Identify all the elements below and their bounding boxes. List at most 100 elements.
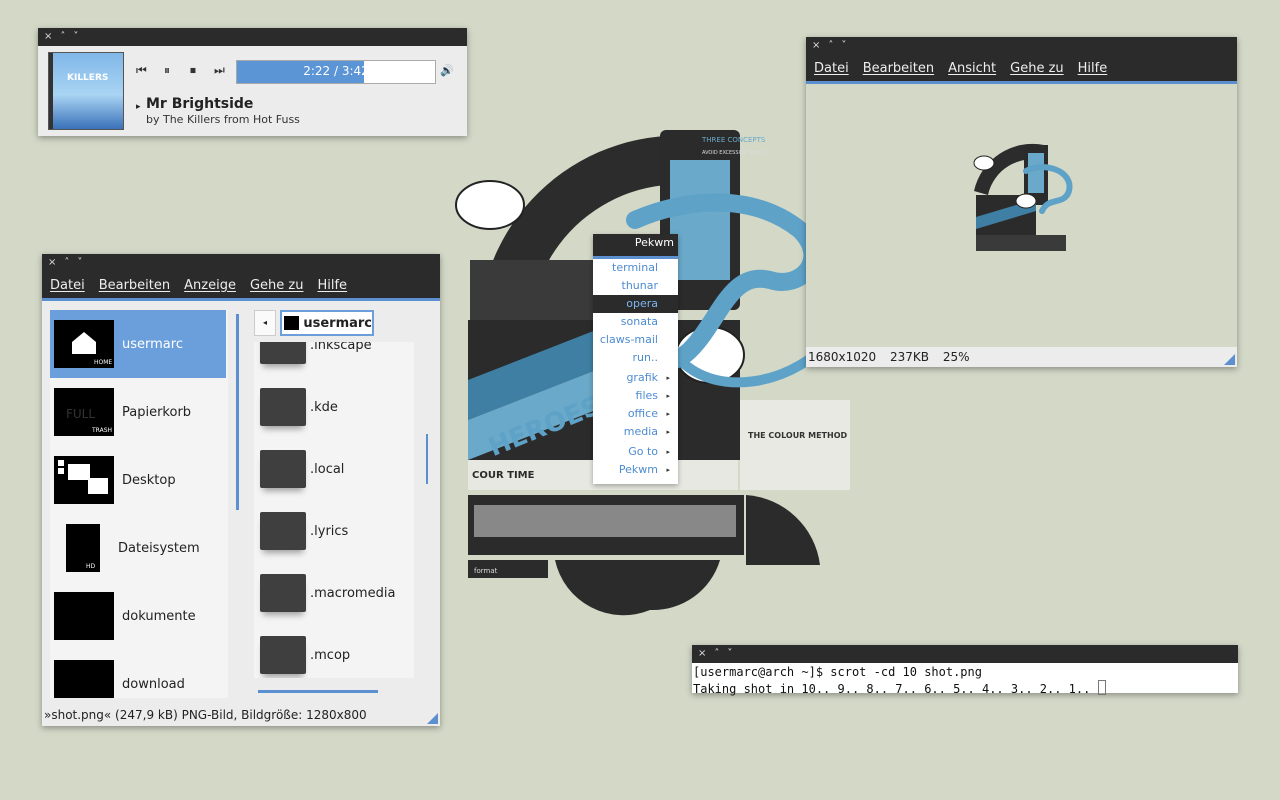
menu-item-office[interactable]: office ▸ [593,405,678,423]
music-player-window: × ˄ ˅ KILLERS ⏮ ⏸ ⏹ ⏭ 2:22 / 3:42 🔊 ▸ Mr… [38,28,467,136]
minimize-icon[interactable]: ˅ [727,645,732,663]
terminal-output[interactable]: [usermarc@arch ~]$ scrot -cd 10 shot.png… [692,663,1238,697]
minimize-icon[interactable]: ˅ [73,28,78,46]
place-download[interactable]: download [50,650,226,698]
image-preview [973,143,1073,251]
album-cover: KILLERS [48,52,124,130]
maximize-icon[interactable]: ˄ [64,254,69,272]
back-button[interactable]: ◂ [254,310,276,336]
player-titlebar: × ˄ ˅ [38,28,467,46]
minimize-icon[interactable]: ˅ [77,254,82,272]
svg-text:HOME: HOME [94,359,112,366]
file-label: .macromedia [310,585,396,601]
file-list-scrollbar[interactable] [426,434,428,484]
menu-item-terminal[interactable]: terminal [593,259,678,277]
wallpaper-record [555,560,720,616]
fm-statusbar: »shot.png« (247,9 kB) PNG-Bild, Bildgröß… [42,704,440,726]
file-label: .mcop [310,647,351,663]
menu-item-label: Go to [628,445,658,458]
maximize-icon[interactable]: ˄ [828,37,833,55]
menu-bearbeiten[interactable]: Bearbeiten [863,61,934,76]
image-viewer-window: × ˄ ˅ Datei Bearbeiten Ansicht Gehe zu H… [806,37,1237,367]
expander-icon[interactable]: ▸ [136,102,141,112]
track-progress-bar[interactable]: 2:22 / 3:42 [236,60,436,84]
close-icon[interactable]: × [48,254,56,272]
place-papierkorb[interactable]: FULL TRASH Papierkorb [50,378,226,446]
file-item-kde[interactable]: .kde [260,382,410,432]
folder-icon [260,512,306,550]
submenu-arrow-icon: ▸ [666,374,670,382]
places-scrollbar[interactable] [236,314,239,510]
stop-button[interactable]: ⏹ [190,63,196,78]
maximize-icon[interactable]: ˄ [714,645,719,663]
submenu-arrow-icon: ▸ [666,448,670,456]
wallpaper-blue-panel [670,160,730,280]
menu-item-claws-mail[interactable]: claws-mail [593,331,678,349]
file-item-lyrics[interactable]: .lyrics [260,506,410,556]
menu-datei[interactable]: Datei [814,61,849,76]
menu-item-thunar[interactable]: thunar [593,277,678,295]
svg-text:TRASH: TRASH [91,427,112,434]
wallpaper-right-circle [746,495,820,565]
menu-item-media[interactable]: media ▸ [593,423,678,441]
terminal-line-1: [usermarc@arch ~]$ scrot -cd 10 shot.png [693,665,982,679]
path-button[interactable]: usermarc [280,310,374,336]
menu-item-files[interactable]: files ▸ [593,387,678,405]
fm-menubar: Datei Bearbeiten Anzeige Gehe zu Hilfe [42,272,440,301]
file-item-mcop[interactable]: .mcop [260,630,410,678]
wallpaper-badge-main: THREE CONCEPTS [701,136,766,144]
wallpaper-cloud-top [455,180,525,230]
resize-grip-icon[interactable] [427,713,438,724]
next-track-button[interactable]: ⏭ [214,63,225,78]
menu-item-pekwm[interactable]: Pekwm ▸ [593,461,678,479]
resize-grip-icon[interactable] [1224,354,1235,365]
pause-button[interactable]: ⏸ [164,63,170,78]
folder-icon [260,342,306,364]
menu-item-label: media [623,425,658,438]
place-label: Dateisystem [118,540,200,556]
menu-item-label: thunar [621,279,659,292]
menu-item-opera[interactable]: opera [593,295,678,313]
place-desktop[interactable]: Desktop [50,446,226,514]
file-label: .local [310,461,345,477]
menu-item-run[interactable]: run.. [593,349,678,367]
previous-track-button[interactable]: ⏮ [136,63,147,78]
wallpaper-hatched-inner [474,505,736,537]
menu-ansicht[interactable]: Ansicht [948,61,996,76]
menu-item-go-to[interactable]: Go to ▸ [593,443,678,461]
pekwm-root-menu: Pekwm terminal thunar opera sonata claws-mai… [593,234,678,484]
menu-gehe-zu[interactable]: Gehe zu [1010,61,1064,76]
place-dokumente[interactable]: dokumente [50,582,226,650]
terminal-window: × ˄ ˅ [usermarc@arch ~]$ scrot -cd 10 sh… [692,645,1238,696]
file-item-macromedia[interactable]: .macromedia [260,568,410,618]
song-subtitle: by The Killers from Hot Fuss [146,113,300,126]
folder-icon [54,592,114,640]
menu-hilfe[interactable]: Hilfe [1078,61,1108,76]
file-item-local[interactable]: .local [260,444,410,494]
place-usermarc[interactable]: HOME usermarc [50,310,226,378]
place-dateisystem[interactable]: HD Dateisystem [50,514,226,582]
menu-item-label: claws-mail [599,333,658,346]
file-item-inkscape[interactable]: .inkscape [260,342,410,370]
menu-datei[interactable]: Datei [50,278,85,293]
menu-item-label: terminal [612,261,658,274]
menu-gehe-zu[interactable]: Gehe zu [250,278,304,293]
maximize-icon[interactable]: ˄ [60,28,65,46]
minimize-icon[interactable]: ˅ [841,37,846,55]
menu-hilfe[interactable]: Hilfe [317,278,347,293]
harddisk-icon: HD [66,524,100,572]
close-icon[interactable]: × [812,37,820,55]
wallpaper-badge-sub: AVOID EXCESSIVE SHOCK [702,150,767,156]
menu-bearbeiten[interactable]: Bearbeiten [99,278,170,293]
menu-item-label: office [627,407,658,420]
desktop-icon [54,456,114,504]
close-icon[interactable]: × [698,645,706,663]
menu-anzeige[interactable]: Anzeige [184,278,236,293]
menu-item-grafik[interactable]: grafik ▸ [593,369,678,387]
menu-item-label: run.. [632,351,658,364]
menu-item-sonata[interactable]: sonata [593,313,678,331]
volume-icon[interactable]: 🔊 [440,64,454,77]
submenu-arrow-icon: ▸ [666,428,670,436]
close-icon[interactable]: × [44,28,52,46]
horizontal-scrollbar[interactable] [258,690,378,693]
